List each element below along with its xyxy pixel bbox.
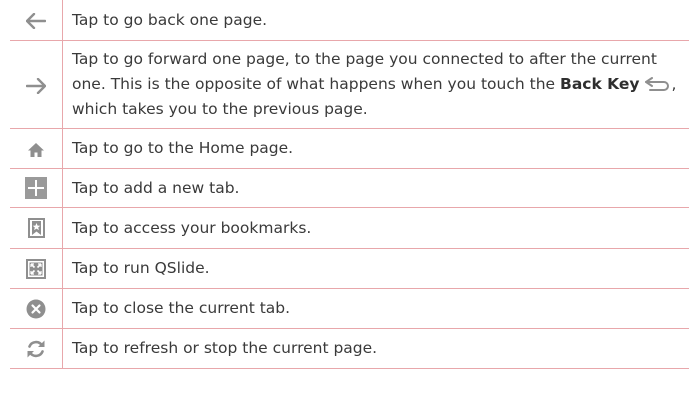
table-row: Tap to close the current tab. xyxy=(10,288,689,329)
table-row: Tap to go forward one page, to the page … xyxy=(10,40,689,129)
back-arrow-icon xyxy=(25,12,47,30)
icon-cell xyxy=(10,0,63,41)
row-description: Tap to add a new tab. xyxy=(62,168,689,208)
refresh-icon xyxy=(25,338,47,360)
icon-cell xyxy=(10,248,63,289)
qslide-icon xyxy=(26,258,46,279)
plus-icon xyxy=(25,177,47,199)
back-key-label: Back Key xyxy=(560,75,640,93)
table-row: Tap to access your bookmarks. xyxy=(10,207,689,249)
row-description: Tap to close the current tab. xyxy=(62,288,689,329)
row-description: Tap to go to the Home page. xyxy=(62,128,689,169)
icon-cell xyxy=(10,328,63,369)
icon-cell xyxy=(10,288,63,329)
row-description: Tap to run QSlide. xyxy=(62,248,689,289)
bookmark-icon xyxy=(27,218,45,239)
row-description: Tap to go forward one page, to the page … xyxy=(62,40,689,129)
row-description: Tap to go back one page. xyxy=(62,0,689,41)
icon-cell xyxy=(10,168,63,208)
row-description: Tap to refresh or stop the current page. xyxy=(62,328,689,369)
row-description: Tap to access your bookmarks. xyxy=(62,207,689,249)
forward-arrow-icon xyxy=(25,77,47,94)
icon-cell xyxy=(10,128,63,169)
back-key-icon xyxy=(644,77,672,91)
icon-cell xyxy=(10,40,63,129)
table-row: Tap to refresh or stop the current page. xyxy=(10,328,689,369)
home-icon xyxy=(27,142,45,158)
table-row: Tap to add a new tab. xyxy=(10,168,689,208)
browser-controls-table: Tap to go back one page. Tap to go forwa… xyxy=(10,0,689,369)
table-row: Tap to go to the Home page. xyxy=(10,128,689,169)
table-row: Tap to go back one page. xyxy=(10,0,689,41)
icon-cell xyxy=(10,207,63,249)
close-icon xyxy=(26,299,46,319)
table-row: Tap to run QSlide. xyxy=(10,248,689,289)
